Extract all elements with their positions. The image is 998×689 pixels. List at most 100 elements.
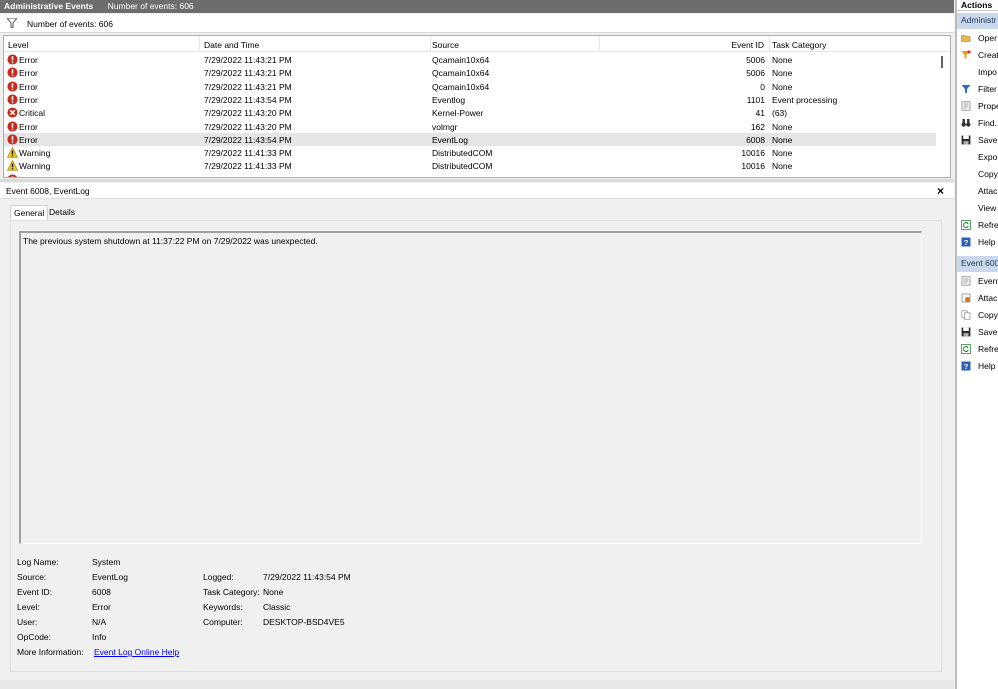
level-cell: Critical (19, 108, 45, 119)
refresh-icon (961, 220, 971, 230)
more-information-label: More Information: (17, 647, 84, 657)
table-row[interactable]: Error 7/29/2022 11:43:20 PM volmgr 162 None (4, 120, 937, 133)
event-id-cell: 1101 (746, 94, 765, 105)
action-item[interactable]: Refre (957, 217, 998, 233)
action-item[interactable]: Impo (957, 64, 998, 80)
table-row[interactable]: Error 7/29/2022 11:43:54 PM Eventlog 1101 Ev… (4, 93, 937, 106)
source-cell: Application H (432, 175, 482, 177)
table-row[interactable]: Warning 7/29/2022 11:41:33 PM DistributedC… (4, 146, 937, 159)
action-item[interactable]: Expo (957, 149, 998, 165)
action-item-label: Save (978, 327, 998, 337)
attach-task-icon (961, 293, 971, 303)
error-icon (7, 174, 18, 177)
close-icon[interactable]: × (937, 184, 944, 198)
blank-icon (961, 67, 971, 77)
svg-text:?: ? (964, 362, 969, 371)
action-item-label: Prope (978, 101, 998, 111)
column-header-source[interactable]: Source (432, 40, 459, 50)
action-item-label: Creat (978, 50, 998, 60)
table-header: Level Date and Time Source Event ID Task… (4, 36, 950, 52)
action-item[interactable]: ? Help (957, 234, 998, 250)
filter-bar-text: Number of events: 606 (27, 19, 113, 29)
events-table[interactable]: Level Date and Time Source Event ID Task… (3, 35, 951, 178)
table-row[interactable]: Error 7/29/2022 11:43:21 PM Qcamain10x64 50… (4, 53, 937, 66)
properties-icon (961, 101, 971, 111)
action-item[interactable]: Refre (957, 341, 998, 357)
action-item[interactable]: Attac (957, 290, 998, 306)
action-item[interactable]: Copy (957, 166, 998, 182)
view-title-bar: Administrative Events Number of events: … (0, 0, 954, 13)
event-id-label: Event ID: (17, 587, 52, 597)
level-label: Level: (17, 602, 40, 612)
filter-icon[interactable] (7, 18, 17, 28)
action-item-label: View (978, 203, 997, 213)
action-item-label: Copy (978, 169, 998, 179)
table-row[interactable]: Error 7/29/2022 11:43:21 PM Qcamain10x64 0 N… (4, 80, 937, 93)
action-item[interactable]: Filter (957, 81, 998, 97)
level-cell: Warning (19, 161, 51, 172)
event-log-online-help-link[interactable]: Event Log Online Help (94, 647, 179, 657)
opcode-label: OpCode: (17, 632, 52, 642)
action-item[interactable]: Attac (957, 183, 998, 199)
view-event-count: Number of events: 606 (107, 1, 194, 11)
action-item[interactable]: Event (957, 273, 998, 289)
event-id-cell: 10016 (741, 161, 765, 172)
user-label: User: (17, 617, 38, 627)
warning-icon (7, 160, 18, 172)
column-header-date[interactable]: Date and Time (204, 40, 259, 50)
user-value: N/A (92, 617, 107, 627)
action-item-label: Help (978, 361, 996, 371)
action-item[interactable]: Copy (957, 307, 998, 323)
task-category-cell: None (772, 81, 793, 92)
keywords-label: Keywords: (203, 602, 243, 612)
action-item[interactable]: Creat (957, 47, 998, 63)
computer-label: Computer: (203, 617, 243, 627)
error-icon (7, 134, 18, 145)
date-cell: 7/29/2022 11:38:58 PM (204, 175, 292, 177)
table-row[interactable]: Warning 7/29/2022 11:41:33 PM DistributedC… (4, 159, 937, 172)
horizontal-scrollbar[interactable] (0, 680, 954, 689)
source-cell: volmgr (432, 121, 458, 132)
action-item[interactable]: View (957, 200, 998, 216)
event-description-box[interactable]: The previous system shutdown at 11:37:22… (19, 231, 922, 544)
actions-pane: Actions Administr Oper Creat Impo Filter Pro… (957, 0, 998, 689)
actions-section-event[interactable]: Event 600 (957, 256, 998, 272)
event-properties-icon (961, 276, 971, 286)
tab-details[interactable]: Details (46, 205, 78, 220)
help-icon: ? (961, 361, 971, 371)
action-item[interactable]: Save (957, 324, 998, 340)
column-header-event-id[interactable]: Event ID (731, 40, 764, 50)
action-item-label: Oper (978, 33, 997, 43)
action-item[interactable]: Find.. (957, 115, 998, 131)
table-row[interactable]: Critical 7/29/2022 11:43:20 PM Kernel-Powe… (4, 106, 937, 119)
column-header-level[interactable]: Level (8, 40, 28, 50)
action-item[interactable]: Prope (957, 98, 998, 114)
help-icon: ? (961, 237, 971, 247)
table-row[interactable]: E 7/29/2022 11:38:58 PM Application H 1002 (… (4, 173, 937, 177)
source-label: Source: (17, 572, 47, 582)
source-cell: Eventlog (432, 94, 466, 105)
task-category-cell: None (772, 148, 793, 159)
table-row-selected[interactable]: Error 7/29/2022 11:43:54 PM EventLog 6008 No… (4, 132, 937, 147)
level-cell: Error (19, 134, 38, 145)
action-item[interactable]: Oper (957, 30, 998, 46)
actions-section-administrative[interactable]: Administr (957, 13, 998, 29)
action-item[interactable]: Save (957, 132, 998, 148)
action-item[interactable]: ? Help (957, 358, 998, 374)
table-row[interactable]: Error 7/29/2022 11:43:21 PM Qcamain10x64 50… (4, 66, 937, 79)
pane-splitter[interactable] (0, 179, 954, 182)
blank-icon (961, 169, 971, 179)
logged-value: 7/29/2022 11:43:54 PM (263, 572, 351, 582)
event-id-cell: 6008 (746, 134, 765, 145)
view-title: Administrative Events (4, 1, 94, 11)
main-pane: Administrative Events Number of events: … (0, 0, 954, 689)
date-cell: 7/29/2022 11:43:54 PM (204, 134, 292, 145)
column-header-task-category[interactable]: Task Category (772, 40, 826, 50)
task-category-cell: None (772, 55, 793, 65)
table-scrollbar[interactable] (936, 52, 950, 177)
error-icon (7, 67, 18, 78)
tab-general[interactable]: General (10, 205, 49, 220)
task-category-label: Task Category: (203, 587, 260, 597)
error-icon (7, 120, 18, 132)
table-scrollbar-thumb[interactable] (941, 56, 943, 68)
